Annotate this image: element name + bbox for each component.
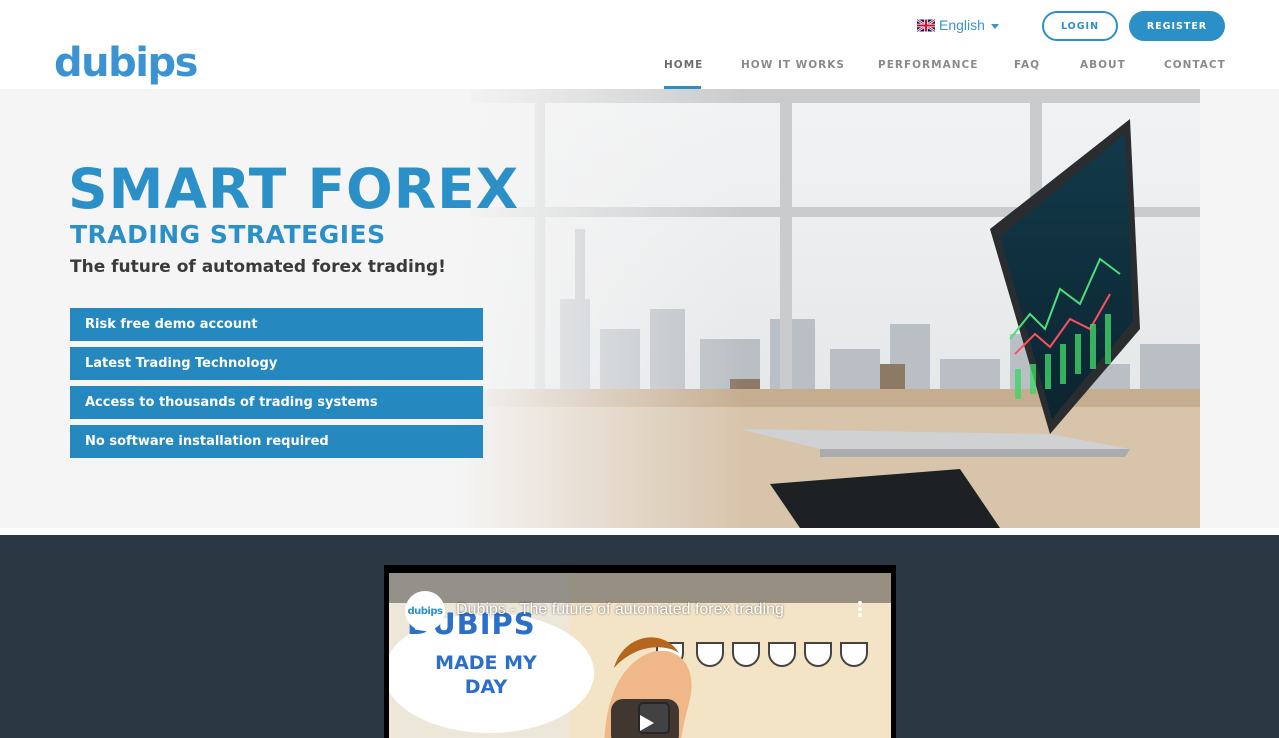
video-player[interactable]: DUBIPS MADE MY DAY dubips Dubips - The f… (384, 565, 896, 738)
channel-avatar[interactable]: dubips (405, 591, 445, 631)
play-icon (640, 715, 654, 731)
nav-contact[interactable]: CONTACT (1164, 59, 1226, 71)
nav-home[interactable]: HOME (664, 59, 703, 71)
video-section: DUBIPS MADE MY DAY dubips Dubips - The f… (0, 535, 1279, 738)
caret-down-icon (990, 23, 999, 29)
feature-item: No software installation required (70, 425, 483, 458)
feature-item: Latest Trading Technology (70, 347, 483, 380)
hero-banner: SMART FOREX TRADING STRATEGIES The futur… (0, 89, 1279, 528)
more-vert-icon[interactable] (855, 599, 865, 623)
thumbnail-caption: MADE MY DAY (435, 652, 537, 698)
nav-how-it-works[interactable]: HOW IT WORKS (741, 59, 845, 71)
language-label: English (939, 17, 985, 33)
language-selector[interactable]: English (917, 14, 999, 36)
nav-faq[interactable]: FAQ (1014, 59, 1040, 71)
section-divider (0, 528, 1279, 535)
video-thumbnail: DUBIPS MADE MY DAY dubips Dubips - The f… (389, 573, 891, 738)
uk-flag-icon (917, 18, 935, 32)
hero-subtitle: TRADING STRATEGIES (70, 220, 386, 249)
logo[interactable]: dubips (54, 38, 198, 88)
nav-performance[interactable]: PERFORMANCE (878, 59, 978, 71)
hero-title: SMART FOREX (68, 157, 520, 221)
feature-item: Access to thousands of trading systems (70, 386, 483, 419)
feature-item: Risk free demo account (70, 308, 483, 341)
hero-tagline: The future of automated forex trading! (70, 257, 446, 277)
site-header: dubips English LOGIN REGISTER HOME HOW I… (0, 0, 1279, 89)
register-button[interactable]: REGISTER (1129, 11, 1225, 41)
login-button[interactable]: LOGIN (1042, 11, 1118, 41)
video-title[interactable]: Dubips - The future of automated forex t… (456, 601, 784, 619)
play-button[interactable] (611, 699, 679, 738)
nav-about[interactable]: ABOUT (1080, 59, 1126, 71)
